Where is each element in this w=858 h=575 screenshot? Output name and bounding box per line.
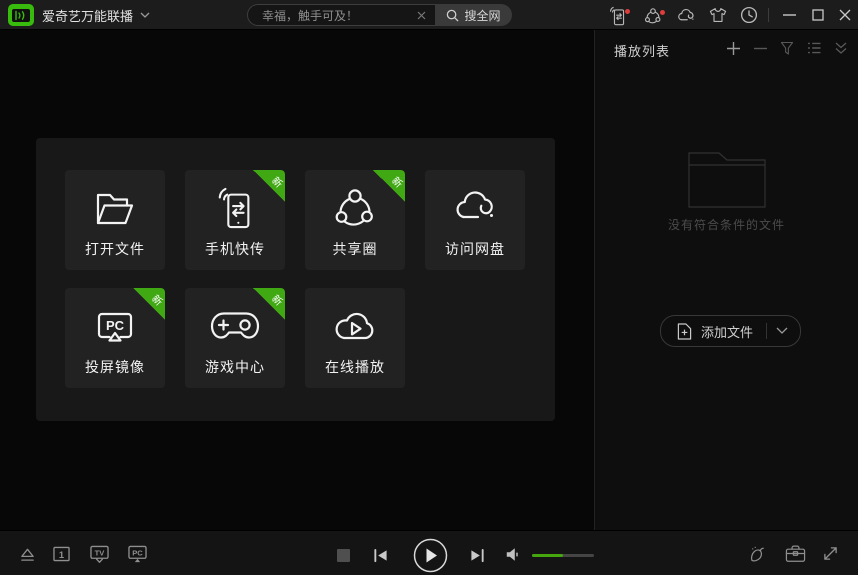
player-control-bar: 1 TV PC <box>0 530 858 575</box>
tile-share-circle[interactable]: 共享圈 新 <box>305 170 405 270</box>
svg-text:PC: PC <box>132 548 143 557</box>
toolbox-icon[interactable] <box>785 544 806 563</box>
tile-label: 打开文件 <box>65 239 165 259</box>
search-button[interactable]: 搜全网 <box>435 4 512 26</box>
search-placeholder: 幸福，触手可及！ <box>262 7 358 24</box>
new-badge: 新 <box>253 170 285 202</box>
search-button-label: 搜全网 <box>464 7 500 24</box>
filter-funnel-icon[interactable] <box>780 41 794 55</box>
clear-search-icon[interactable] <box>417 11 426 20</box>
app-window: 爱奇艺万能联播 幸福，触手可及！ 搜全网 <box>0 0 858 575</box>
notification-dot <box>625 9 630 14</box>
tile-label: 游戏中心 <box>185 357 285 377</box>
empty-folder-icon <box>688 148 766 208</box>
double-chevron-down-icon[interactable] <box>834 41 848 55</box>
next-icon[interactable] <box>470 548 485 563</box>
tv-cast-icon[interactable]: TV <box>90 545 109 563</box>
chevron-down-icon <box>140 12 150 19</box>
cloud-disk-icon[interactable] <box>676 8 696 24</box>
svg-text:PC: PC <box>106 318 125 333</box>
app-title: 爱奇艺万能联播 <box>42 6 133 25</box>
playlist-title: 播放列表 <box>614 41 670 60</box>
speaker-icon[interactable] <box>505 547 521 562</box>
tile-online-play[interactable]: 在线播放 <box>305 288 405 388</box>
tile-cloud-disk[interactable]: 访问网盘 <box>425 170 525 270</box>
titlebar: 爱奇艺万能联播 幸福，触手可及！ 搜全网 <box>0 0 858 30</box>
tile-open-file[interactable]: 打开文件 <box>65 170 165 270</box>
playback-speed-icon[interactable]: 1 <box>53 546 70 562</box>
svg-text:TV: TV <box>95 548 105 557</box>
cloud-disk-icon <box>425 178 525 238</box>
volume-fill <box>532 554 563 557</box>
search-input[interactable]: 幸福，触手可及！ <box>247 4 435 26</box>
maximize-button[interactable] <box>812 9 824 21</box>
play-button[interactable] <box>413 538 448 573</box>
playlist-empty-state: 没有符合条件的文件 <box>595 148 858 233</box>
new-badge: 新 <box>373 170 405 202</box>
list-view-icon[interactable] <box>807 41 821 55</box>
history-clock-icon[interactable] <box>740 6 758 24</box>
quick-actions-panel: 打开文件 手机快传 新 <box>36 138 555 421</box>
share-circle-icon[interactable] <box>644 7 662 25</box>
pepper-icon[interactable] <box>749 545 765 563</box>
minimize-button[interactable] <box>783 14 796 16</box>
search-icon <box>446 9 459 22</box>
new-badge: 新 <box>253 288 285 320</box>
search-bar: 幸福，触手可及！ 搜全网 <box>247 4 512 26</box>
titlebar-divider <box>768 8 769 22</box>
folder-open-icon <box>65 178 165 238</box>
tile-label: 访问网盘 <box>425 239 525 259</box>
new-badge: 新 <box>133 288 165 320</box>
app-title-menu[interactable]: 爱奇艺万能联播 <box>42 0 150 30</box>
tile-game-center[interactable]: 游戏中心 新 <box>185 288 285 388</box>
pc-cast-icon[interactable]: PC <box>128 545 147 563</box>
volume-slider[interactable] <box>532 554 594 557</box>
previous-icon[interactable] <box>373 548 388 563</box>
app-logo-icon <box>8 4 34 26</box>
fullscreen-icon[interactable] <box>823 546 838 561</box>
tile-label: 手机快传 <box>185 239 285 259</box>
close-button[interactable] <box>839 9 851 21</box>
playlist-panel: 播放列表 没有符合条件的文件 <box>594 30 858 530</box>
minus-icon[interactable] <box>753 41 767 55</box>
empty-state-text: 没有符合条件的文件 <box>668 216 785 233</box>
tile-label: 在线播放 <box>305 357 405 377</box>
button-divider <box>766 323 767 339</box>
main-area: 打开文件 手机快传 新 <box>0 30 594 530</box>
plus-icon[interactable] <box>726 41 740 55</box>
tile-label: 共享圈 <box>305 239 405 259</box>
eject-icon[interactable] <box>19 547 36 562</box>
stop-icon[interactable] <box>337 549 350 562</box>
add-file-button[interactable]: 添加文件 <box>660 315 801 347</box>
skin-shirt-icon[interactable] <box>709 7 727 23</box>
chevron-down-icon[interactable] <box>776 327 788 335</box>
phone-transfer-icon[interactable] <box>608 6 627 26</box>
cloud-play-icon <box>305 296 405 356</box>
svg-text:1: 1 <box>59 549 64 560</box>
tile-screen-mirror[interactable]: PC 投屏镜像 新 <box>65 288 165 388</box>
file-plus-icon <box>677 323 692 340</box>
notification-dot <box>660 10 665 15</box>
tile-label: 投屏镜像 <box>65 357 165 377</box>
tile-phone-transfer[interactable]: 手机快传 新 <box>185 170 285 270</box>
add-file-label: 添加文件 <box>701 322 753 341</box>
